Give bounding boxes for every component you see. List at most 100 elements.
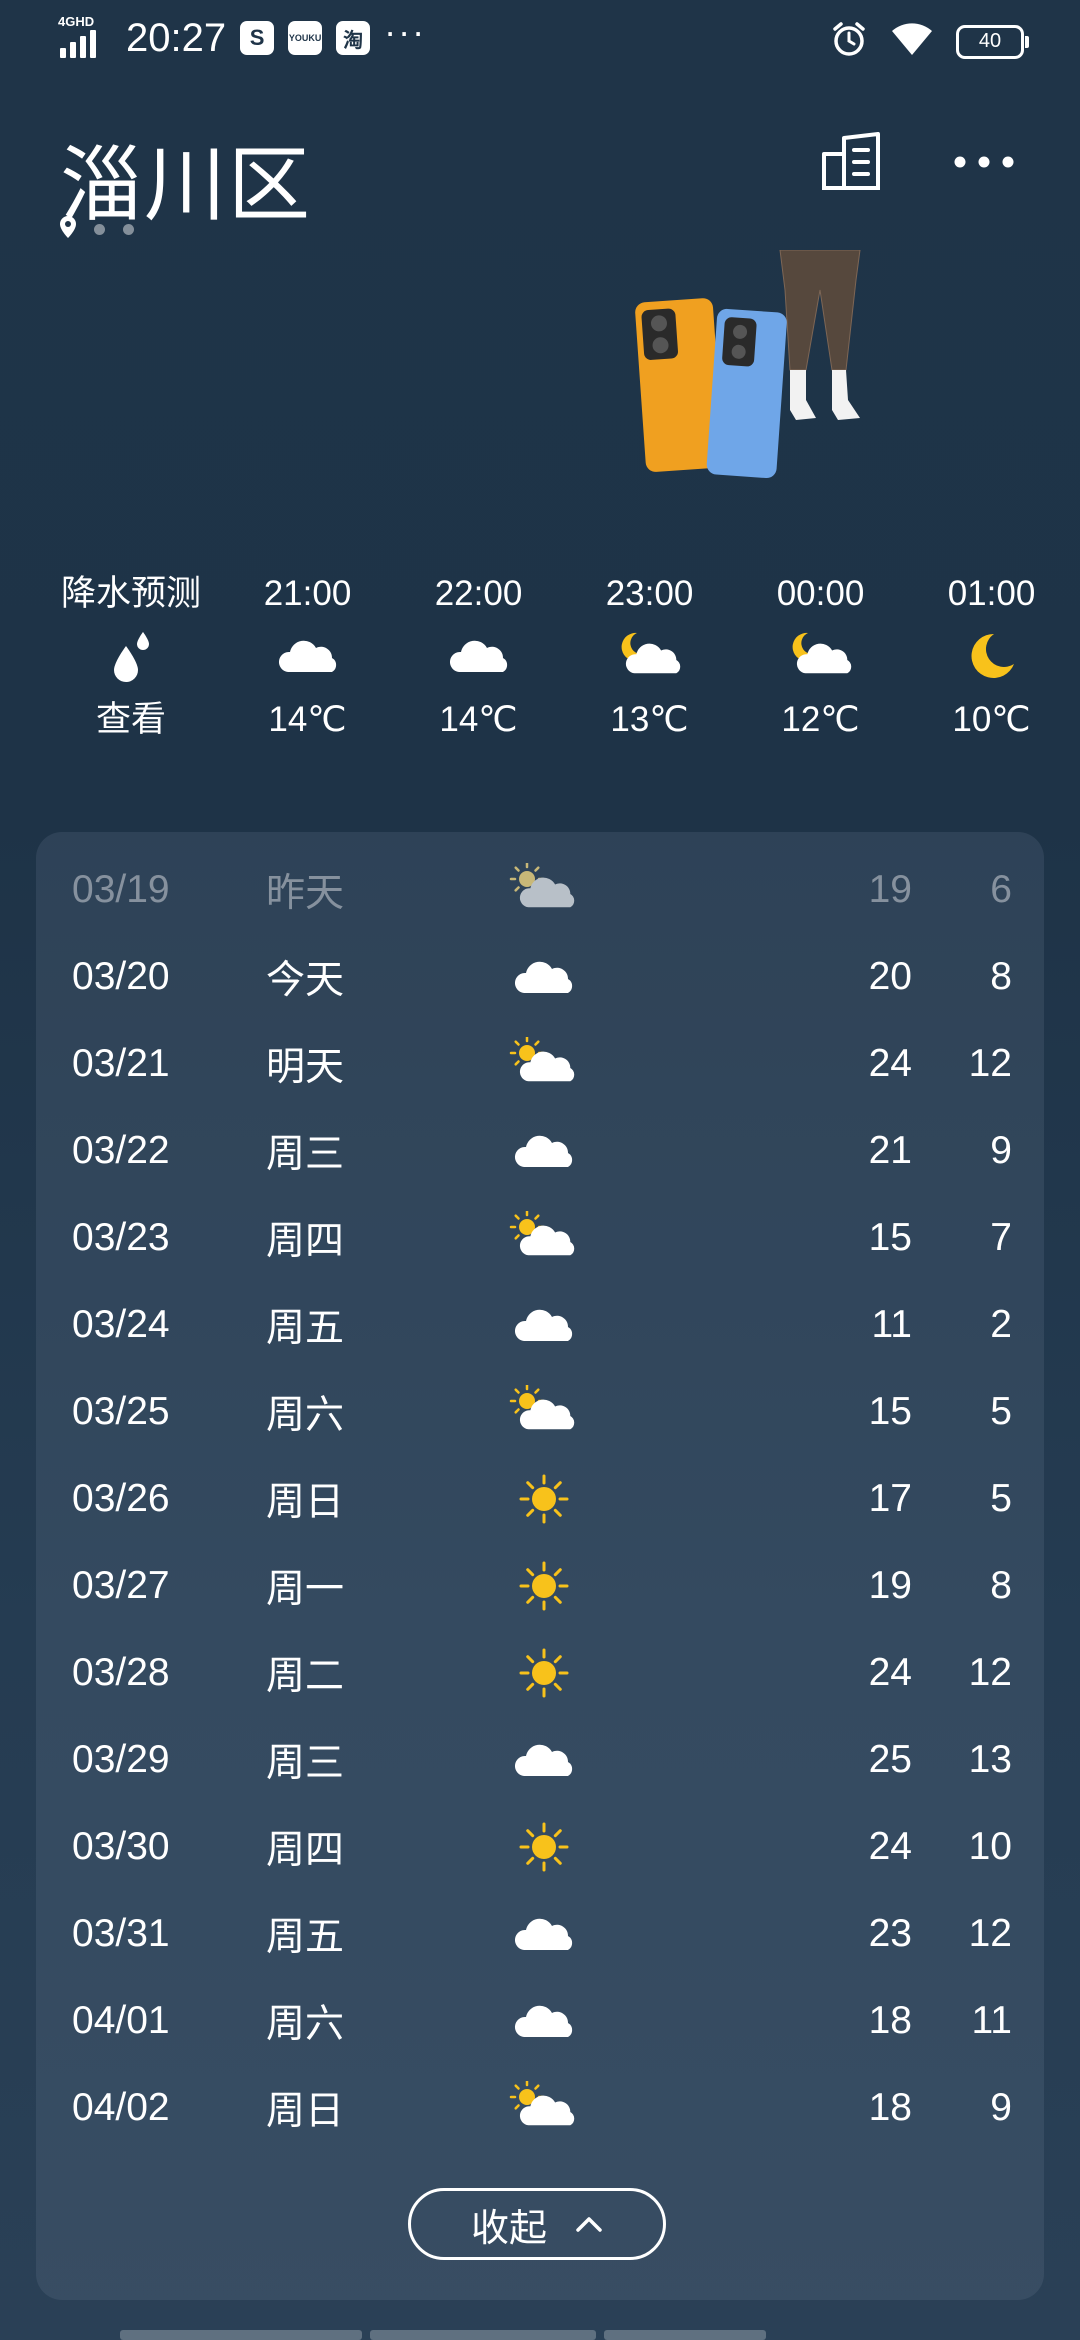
- cloud-icon: [504, 1121, 584, 1181]
- cloud-icon: [504, 947, 584, 1007]
- day-high-temp: 18: [868, 1998, 912, 2042]
- day-label: 周日: [266, 1480, 345, 1524]
- day-high-temp: 19: [868, 1563, 912, 1607]
- day-high-temp: 19: [868, 867, 912, 911]
- status-bar-left: 4GHD 20:27 S YOUKU 淘 ···: [58, 11, 427, 62]
- day-low-temp: 11: [971, 1998, 1013, 2042]
- view-precipitation-link[interactable]: 查看: [96, 692, 166, 748]
- precipitation-title: 降水预测: [60, 574, 201, 613]
- daily-forecast-row[interactable]: 03/30 周四 24 10: [36, 1803, 1044, 1890]
- daily-forecast-row[interactable]: 04/01 周六 18 11: [36, 1977, 1044, 2064]
- city-manage-icon: [822, 132, 880, 190]
- moon-cloud-icon: [615, 620, 685, 692]
- daily-forecast-row[interactable]: 03/24 周五 11 2: [36, 1281, 1044, 1368]
- daily-forecast-row[interactable]: 03/31 周五 23 12: [36, 1890, 1044, 1977]
- hour-time: 00:00: [776, 574, 865, 613]
- signal-icon: 4GHD: [58, 14, 108, 62]
- notification-taobao-icon: 淘: [336, 21, 371, 55]
- day-low-temp: 12: [968, 1650, 1012, 1694]
- hour-temperature: 10℃: [952, 700, 1031, 739]
- hourly-item: 23:00 13℃: [564, 568, 735, 768]
- page-dot: [123, 224, 134, 235]
- sun-cloud-icon: [504, 1034, 584, 1094]
- day-high-temp: 17: [868, 1476, 912, 1520]
- daily-forecast-row[interactable]: 03/28 周二 24 12: [36, 1629, 1044, 1716]
- hourly-item: 22:00 14℃: [393, 568, 564, 768]
- daily-forecast-row[interactable]: 03/25 周六 15 5: [36, 1368, 1044, 1455]
- day-low-temp: 12: [968, 1911, 1012, 1955]
- daily-forecast-row[interactable]: 03/23 周四 15 7: [36, 1194, 1044, 1281]
- day-date: 03/19: [72, 867, 170, 911]
- daily-forecast-row[interactable]: 03/27 周一 19 8: [36, 1542, 1044, 1629]
- day-low-temp: 5: [990, 1389, 1012, 1433]
- precipitation-forecast[interactable]: 降水预测 查看: [40, 568, 222, 768]
- collapse-label: 收起: [470, 2207, 547, 2250]
- alarm-icon: [830, 20, 868, 63]
- day-low-temp: 6: [990, 867, 1012, 911]
- day-date: 03/25: [72, 1389, 170, 1433]
- cloud-icon: [447, 620, 511, 692]
- daily-forecast-row[interactable]: 03/22 周三 21 9: [36, 1107, 1044, 1194]
- sun-icon: [504, 1643, 584, 1703]
- day-high-temp: 24: [868, 1824, 912, 1868]
- day-label: 今天: [266, 958, 345, 1002]
- more-options-button[interactable]: [946, 124, 1022, 200]
- day-date: 03/31: [72, 1911, 170, 1955]
- more-notifications-icon: ···: [384, 11, 427, 52]
- day-date: 04/02: [72, 2085, 170, 2129]
- page-dot: [94, 224, 105, 235]
- hourly-item: 01:00 10℃: [906, 568, 1077, 768]
- day-date: 03/23: [72, 1215, 170, 1259]
- status-bar-right: 40: [830, 20, 1029, 63]
- day-low-temp: 8: [990, 1563, 1012, 1607]
- day-low-temp: 12: [968, 1041, 1012, 1085]
- daily-forecast-row[interactable]: 03/20 今天 20 8: [36, 933, 1044, 1020]
- day-date: 04/01: [72, 1998, 170, 2042]
- day-low-temp: 9: [990, 1128, 1012, 1172]
- day-date: 03/22: [72, 1128, 170, 1172]
- daily-forecast-row[interactable]: 03/19 昨天 19 6: [36, 846, 1044, 933]
- sun-icon: [504, 1817, 584, 1877]
- day-high-temp: 24: [868, 1041, 912, 1085]
- day-date: 03/20: [72, 954, 170, 998]
- daily-forecast-row[interactable]: 03/29 周三 25 13: [36, 1716, 1044, 1803]
- day-low-temp: 5: [990, 1476, 1012, 1520]
- hourly-forecast[interactable]: 降水预测 查看 21:00 14℃ 22:00 14℃ 23:00 13℃ 00:00 12…: [40, 568, 1080, 768]
- day-high-temp: 15: [868, 1389, 912, 1433]
- wifi-icon: [890, 21, 934, 62]
- daily-forecast-row[interactable]: 03/26 周日 17 5: [36, 1455, 1044, 1542]
- day-label: 明天: [266, 1045, 345, 1089]
- battery-icon: 40: [956, 24, 1029, 59]
- collapse-button[interactable]: 收起: [408, 2188, 666, 2260]
- city-manage-button[interactable]: [814, 124, 890, 200]
- day-low-temp: 7: [990, 1215, 1012, 1259]
- daily-forecast-row[interactable]: 04/02 周日 18 9: [36, 2064, 1044, 2151]
- day-label: 昨天: [266, 871, 345, 915]
- hour-time: 23:00: [605, 574, 694, 613]
- hour-temperature: 14℃: [439, 700, 518, 739]
- cloud-icon: [504, 1991, 584, 2051]
- sun-cloud-icon: [504, 1208, 584, 1268]
- day-label: 周二: [266, 1654, 345, 1698]
- sun-cloud-icon: [504, 1382, 584, 1442]
- day-label: 周六: [266, 2002, 345, 2046]
- day-low-temp: 10: [968, 1824, 1012, 1868]
- day-label: 周三: [266, 1741, 345, 1785]
- day-date: 03/24: [72, 1302, 170, 1346]
- status-bar: 4GHD 20:27 S YOUKU 淘 ··· 40: [0, 0, 1080, 80]
- battery-level: 40: [978, 30, 1002, 52]
- raindrop-icon: [106, 620, 156, 692]
- page-indicator: [60, 216, 134, 243]
- day-low-temp: 8: [990, 954, 1012, 998]
- daily-forecast-row[interactable]: 03/21 明天 24 12: [36, 1020, 1044, 1107]
- advertisement-banner[interactable]: [620, 249, 940, 530]
- hour-time: 22:00: [434, 574, 523, 613]
- hourly-item: 00:00 12℃: [735, 568, 906, 768]
- notification-youku-icon: YOUKU: [288, 21, 323, 55]
- cloud-icon: [504, 1904, 584, 1964]
- day-date: 03/30: [72, 1824, 170, 1868]
- sun-icon: [504, 1556, 584, 1616]
- network-type: 4GHD: [58, 14, 95, 29]
- day-date: 03/29: [72, 1737, 170, 1781]
- day-high-temp: 21: [868, 1128, 912, 1172]
